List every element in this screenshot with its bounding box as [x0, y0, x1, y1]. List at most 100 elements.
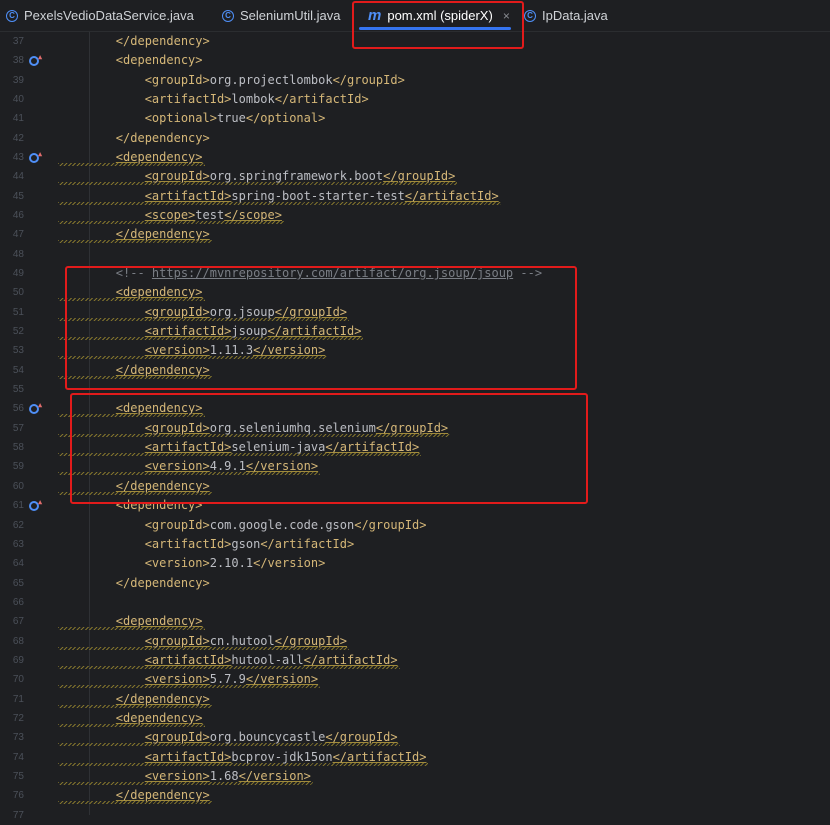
code-line[interactable]: 55 — [0, 380, 830, 399]
dependency-override-icon[interactable]: ▲ — [29, 53, 43, 68]
line-number: 41 — [12, 113, 24, 125]
line-number: 51 — [12, 306, 24, 318]
code-line[interactable]: 65 </dependency> — [0, 574, 830, 593]
code-text: </dependency> — [115, 691, 210, 706]
line-number: 73 — [12, 732, 24, 744]
code-line[interactable]: 58 <artifactId>selenium-java</artifactId… — [0, 438, 830, 457]
code-line[interactable]: 62 <groupId>com.google.code.gson</groupI… — [0, 516, 830, 535]
line-number: 40 — [12, 94, 24, 106]
line-number: 59 — [12, 461, 24, 473]
code-line[interactable]: 77 — [0, 806, 830, 825]
code-line[interactable]: 64 <version>2.10.1</version> — [0, 554, 830, 573]
line-number: 64 — [12, 558, 24, 570]
code-line[interactable]: 47 </dependency> — [0, 225, 830, 244]
code-line[interactable]: 50 <dependency> — [0, 283, 830, 302]
code-line[interactable]: 60 </dependency> — [0, 477, 830, 496]
code-line[interactable]: 61 ▲ <dependency> — [0, 496, 830, 515]
code-line[interactable]: 59 <version>4.9.1</version> — [0, 457, 830, 476]
code-line[interactable]: 63 <artifactId>gson</artifactId> — [0, 535, 830, 554]
class-icon: C — [222, 9, 234, 22]
code-text: <artifactId>jsoup</artifactId> — [144, 324, 362, 339]
code-text: <groupId>org.bouncycastle</groupId> — [144, 730, 398, 745]
code-line[interactable]: 46 <scope>test</scope> — [0, 206, 830, 225]
code-line[interactable]: 44 <groupId>org.springframework.boot</gr… — [0, 167, 830, 186]
code-line[interactable]: 52 <artifactId>jsoup</artifactId> — [0, 322, 830, 341]
line-number: 61 — [12, 500, 24, 512]
editor-tab-bar: C PexelsVedioDataService.java C Selenium… — [0, 0, 830, 32]
code-text: </dependency> — [115, 227, 210, 242]
code-line[interactable]: 76 </dependency> — [0, 786, 830, 805]
line-number: 67 — [12, 616, 24, 628]
code-line[interactable]: 49 <!-- https://mvnrepository.com/artifa… — [0, 264, 830, 283]
code-text: </dependency> — [115, 34, 210, 48]
tab-pexels-vedio-data-service[interactable]: C PexelsVedioDataService.java — [6, 0, 194, 31]
line-number: 54 — [12, 364, 24, 376]
line-number: 39 — [12, 74, 24, 86]
code-line[interactable]: 42 </dependency> — [0, 129, 830, 148]
code-line[interactable]: 41 <optional>true</optional> — [0, 109, 830, 128]
code-text: <groupId>org.seleniumhq.selenium</groupI… — [144, 420, 449, 435]
code-text: <version>1.11.3</version> — [144, 343, 326, 358]
code-text: </dependency> — [115, 788, 210, 803]
close-icon[interactable]: × — [503, 9, 510, 23]
code-text: <version>2.10.1</version> — [144, 556, 326, 571]
tab-selenium-util[interactable]: C SeleniumUtil.java — [222, 0, 340, 31]
active-tab-indicator — [359, 27, 511, 30]
code-line[interactable]: 66 — [0, 593, 830, 612]
code-text: <dependency> — [115, 710, 203, 725]
line-number: 55 — [12, 384, 24, 396]
line-number: 52 — [12, 326, 24, 338]
line-number: 63 — [12, 538, 24, 550]
code-text: <version>5.7.9</version> — [144, 672, 319, 687]
code-text: <dependency> — [115, 150, 203, 165]
code-text: <groupId>com.google.code.gson</groupId> — [144, 517, 427, 532]
code-line[interactable]: 74 <artifactId>bcprov-jdk15on</artifactI… — [0, 748, 830, 767]
tab-ip-data[interactable]: C IpData.java — [524, 0, 608, 31]
code-line[interactable]: 69 <artifactId>hutool-all</artifactId> — [0, 651, 830, 670]
code-line[interactable]: 72 <dependency> — [0, 709, 830, 728]
line-number: 75 — [12, 770, 24, 782]
dependency-override-icon[interactable]: ▲ — [29, 150, 43, 165]
code-line[interactable]: 40 <artifactId>lombok</artifactId> — [0, 90, 830, 109]
code-text: <groupId>org.jsoup</groupId> — [144, 304, 348, 319]
code-text: <artifactId>lombok</artifactId> — [144, 92, 369, 107]
code-editor[interactable]: 37 </dependency> 38 ▲ <dependency> 39 <grou… — [0, 32, 830, 821]
code-text: <version>4.9.1</version> — [144, 459, 319, 474]
code-line[interactable]: 73 <groupId>org.bouncycastle</groupId> — [0, 728, 830, 747]
code-line[interactable]: 39 <groupId>org.projectlombok</groupId> — [0, 71, 830, 90]
code-line[interactable]: 51 <groupId>org.jsoup</groupId> — [0, 303, 830, 322]
code-line[interactable]: 68 <groupId>cn.hutool</groupId> — [0, 632, 830, 651]
code-line[interactable]: 57 <groupId>org.seleniumhq.selenium</gro… — [0, 419, 830, 438]
code-text: <artifactId>hutool-all</artifactId> — [144, 652, 398, 667]
code-line[interactable]: 43 ▲ <dependency> — [0, 148, 830, 167]
code-line[interactable]: 75 <version>1.68</version> — [0, 767, 830, 786]
code-line[interactable]: 67 <dependency> — [0, 612, 830, 631]
code-text: <dependency> — [115, 498, 203, 513]
code-line[interactable]: 71 </dependency> — [0, 690, 830, 709]
tab-label: IpData.java — [542, 8, 608, 23]
line-number: 38 — [12, 55, 24, 67]
line-number: 50 — [12, 287, 24, 299]
line-number: 42 — [12, 132, 24, 144]
code-line[interactable]: 37 </dependency> — [0, 32, 830, 51]
code-text: <groupId>org.projectlombok</groupId> — [144, 72, 405, 87]
code-line[interactable]: 56 ▲ <dependency> — [0, 399, 830, 418]
code-line[interactable]: 53 <version>1.11.3</version> — [0, 341, 830, 360]
line-number: 60 — [12, 480, 24, 492]
line-number: 48 — [12, 248, 24, 260]
line-number: 46 — [12, 210, 24, 222]
code-text: <groupId>cn.hutool</groupId> — [144, 633, 348, 648]
tab-label: SeleniumUtil.java — [240, 8, 341, 23]
dependency-override-icon[interactable]: ▲ — [29, 401, 43, 416]
code-line[interactable]: 45 <artifactId>spring-boot-starter-test<… — [0, 187, 830, 206]
code-line[interactable]: 48 — [0, 245, 830, 264]
code-text: <groupId>org.springframework.boot</group… — [144, 169, 456, 184]
code-line[interactable]: 54 </dependency> — [0, 361, 830, 380]
dependency-override-icon[interactable]: ▲ — [29, 498, 43, 513]
line-number: 43 — [12, 152, 24, 164]
line-number: 72 — [12, 712, 24, 724]
line-number: 44 — [12, 171, 24, 183]
code-line[interactable]: 70 <version>5.7.9</version> — [0, 670, 830, 689]
code-line[interactable]: 38 ▲ <dependency> — [0, 51, 830, 70]
line-number: 74 — [12, 751, 24, 763]
